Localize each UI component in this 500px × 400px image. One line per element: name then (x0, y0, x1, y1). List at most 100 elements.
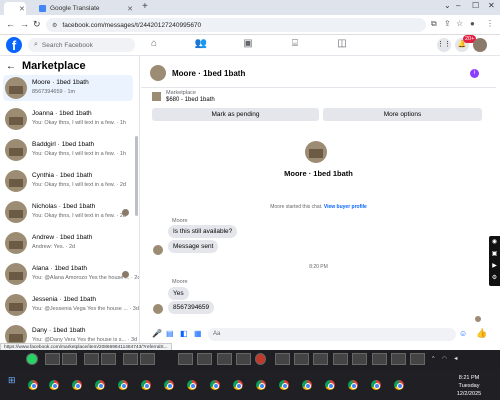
new-tab-button[interactable]: + (142, 1, 148, 12)
chrome-taskbar-icon[interactable] (348, 380, 358, 390)
chrome-taskbar-icon[interactable] (256, 380, 266, 390)
conversation-list-item[interactable]: Jessenia · 1bed 1bath You: @Jessenia Vega… (3, 292, 139, 318)
window-thumbnail[interactable] (313, 353, 328, 365)
url-field[interactable]: ⚙ facebook.com/messages/t/24420127240995… (46, 18, 426, 32)
tab-facebook[interactable]: ✕ (4, 2, 26, 15)
window-thumbnail[interactable] (84, 353, 99, 365)
window-thumbnail[interactable] (140, 353, 155, 365)
chat-list-scrollbar[interactable] (135, 136, 138, 216)
listing-summary[interactable]: Marketplace $680 - 1bed 1bath (141, 88, 496, 108)
install-icon[interactable]: ⧉ (431, 19, 437, 29)
window-thumbnail[interactable] (410, 353, 425, 365)
mark-as-pending-button[interactable]: Mark as pending (152, 108, 319, 121)
system-clock[interactable]: 8:21 PM Tuesday 12/2/2025 (448, 374, 490, 398)
info-icon[interactable]: i (470, 69, 479, 78)
star-icon[interactable]: ☆ (456, 19, 463, 28)
chevron-down-icon[interactable]: ⌄ (444, 1, 451, 10)
conversation-list-item[interactable]: Dany · 1bed 1bath You: @Dany Vera Yes the… (3, 323, 137, 343)
conversation-list-item[interactable]: Baddgirl · 1bed 1bath You: Okay thns, I w… (3, 137, 133, 163)
chrome-taskbar-icon[interactable] (72, 380, 82, 390)
like-icon[interactable]: 👍 (476, 328, 487, 339)
message-bubble[interactable]: Message sent (168, 240, 219, 253)
message-bubble[interactable]: 8567394659 (168, 301, 215, 314)
conversation-list-item[interactable]: Nicholas · 1bed 1bath You: Okay thns, I w… (3, 199, 133, 225)
message-bubble[interactable]: Yes (168, 287, 189, 300)
window-thumbnail[interactable] (391, 353, 406, 365)
home-icon[interactable]: ⌂ (142, 38, 166, 53)
chrome-taskbar-icon[interactable] (302, 380, 312, 390)
more-options-button[interactable]: More options (323, 108, 482, 121)
window-thumbnail[interactable] (45, 353, 60, 365)
chrome-taskbar-icon[interactable] (49, 380, 59, 390)
window-thumbnail[interactable] (372, 353, 387, 365)
friends-icon[interactable]: 👥 (189, 38, 213, 53)
video-icon[interactable]: ▣ (236, 38, 260, 53)
conversation-list-item[interactable]: Cynthia · 1bed 1bath You: Okay thns, I wi… (3, 168, 133, 194)
gaming-icon[interactable]: ◫ (330, 38, 354, 53)
conversation-thumbnail[interactable] (305, 141, 327, 163)
chat-title[interactable]: Moore · 1bed 1bath (172, 69, 245, 78)
account-avatar[interactable] (473, 38, 487, 52)
window-thumbnail[interactable] (217, 353, 232, 365)
menu-grid-icon[interactable]: ⋮⋮ (437, 38, 451, 52)
image-icon[interactable]: ▤ (166, 329, 174, 338)
conversation-list-item[interactable]: Moore · 1bed 1bath 8567394659 · 1m (3, 75, 133, 101)
window-thumbnail[interactable] (197, 353, 212, 365)
close-window-button[interactable]: ✕ (488, 1, 495, 10)
sender-avatar[interactable] (153, 304, 163, 314)
chrome-taskbar-icon[interactable] (141, 380, 151, 390)
back-icon[interactable]: ← (6, 19, 15, 29)
settings-icon[interactable]: ⚙ (489, 272, 500, 284)
sticker-icon[interactable]: ◧ (180, 329, 188, 338)
maximize-button[interactable]: ☐ (472, 1, 479, 10)
facebook-logo-icon[interactable]: f (6, 37, 22, 53)
menu-icon[interactable]: ⋮ (486, 19, 494, 28)
window-thumbnail[interactable] (236, 353, 251, 365)
conversation-list-item[interactable]: Andrew · 1bed 1bath Andrew: Yes. · 2d (3, 230, 133, 256)
emoji-icon[interactable]: ☺ (459, 329, 467, 338)
minimize-button[interactable]: – (456, 1, 460, 10)
tray-chevron-icon[interactable]: ^ (432, 356, 435, 362)
forward-icon[interactable]: → (20, 19, 29, 29)
chrome-taskbar-icon[interactable] (118, 380, 128, 390)
screenshot-icon[interactable]: ▣ (489, 248, 500, 260)
view-buyer-profile-link[interactable]: View buyer profile (324, 204, 367, 210)
window-thumbnail[interactable] (275, 353, 290, 365)
profile-icon[interactable]: ● (470, 19, 475, 28)
chrome-taskbar-icon[interactable] (233, 380, 243, 390)
window-thumbnail[interactable] (294, 353, 309, 365)
site-info-icon[interactable]: ⚙ (52, 22, 57, 29)
window-thumbnail[interactable] (333, 353, 348, 365)
conversation-list-item[interactable]: Alana · 1bed 1bath You: @Alana Amorozo Ye… (3, 261, 139, 287)
window-thumbnail[interactable] (178, 353, 193, 365)
gif-icon[interactable]: ▦ (194, 329, 202, 338)
chrome-taskbar-icon[interactable] (95, 380, 105, 390)
window-thumbnail[interactable] (123, 353, 138, 365)
search-input[interactable]: ⌕ Search Facebook (28, 38, 135, 52)
volume-icon[interactable]: ◄ (453, 356, 458, 362)
message-input[interactable]: Aa (208, 328, 456, 341)
record-icon[interactable] (255, 353, 266, 365)
chrome-taskbar-icon[interactable] (210, 380, 220, 390)
close-icon[interactable]: ✕ (127, 5, 133, 13)
chrome-taskbar-icon[interactable] (28, 380, 38, 390)
chrome-taskbar-icon[interactable] (394, 380, 404, 390)
windows-start-icon[interactable]: ⊞ (8, 375, 16, 386)
window-thumbnail[interactable] (62, 353, 77, 365)
reload-icon[interactable]: ↻ (33, 19, 41, 30)
chrome-taskbar-icon[interactable] (279, 380, 289, 390)
sender-avatar[interactable] (153, 245, 163, 255)
share-icon[interactable]: ⇪ (444, 19, 451, 28)
window-thumbnail[interactable] (352, 353, 367, 365)
chrome-taskbar-icon[interactable] (187, 380, 197, 390)
message-bubble[interactable]: Is this still available? (168, 225, 238, 238)
chrome-taskbar-icon[interactable] (164, 380, 174, 390)
chat-header-thumbnail[interactable] (150, 65, 166, 81)
close-icon[interactable]: ✕ (19, 5, 25, 13)
video-record-icon[interactable]: ▶ (489, 260, 500, 272)
marketplace-icon[interactable]: ⌸ (283, 38, 307, 53)
microphone-icon[interactable]: 🎤 (152, 329, 162, 338)
conversation-list-item[interactable]: Joanna · 1bed 1bath You: Okay thns, I wil… (3, 106, 133, 132)
tab-google-translate[interactable]: Google Translate ✕ (34, 2, 138, 15)
network-icon[interactable]: ◠ (442, 356, 447, 362)
